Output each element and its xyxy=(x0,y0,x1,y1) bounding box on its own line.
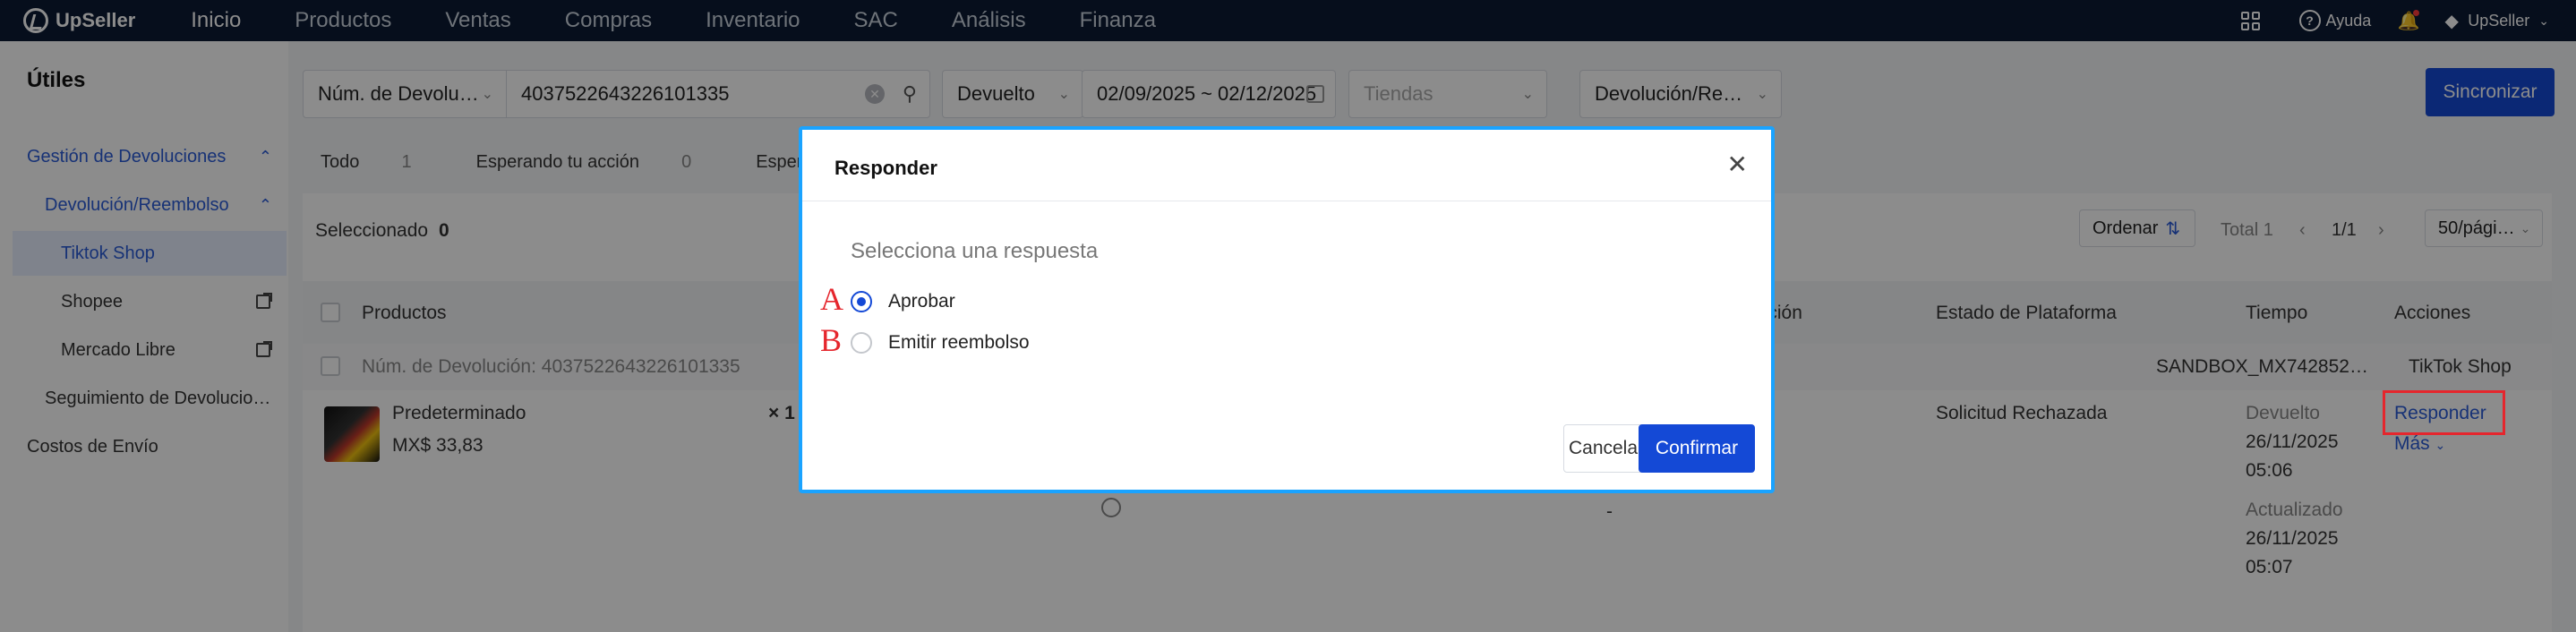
dialog-title: Responder xyxy=(834,157,937,179)
option-aprobar[interactable]: Aprobar xyxy=(851,291,955,312)
radio-aprobar[interactable] xyxy=(851,291,872,312)
annotation-highlight-box xyxy=(2383,390,2505,435)
respond-dialog: Responder ✕ Selecciona una respuesta A A… xyxy=(799,126,1775,493)
option-label: Emitir reembolso xyxy=(888,332,1030,353)
annotation-marker-b: B xyxy=(820,322,843,358)
dialog-subtitle: Selecciona una respuesta xyxy=(851,239,1099,263)
annotation-marker-a: A xyxy=(820,281,843,317)
option-label: Aprobar xyxy=(888,291,955,312)
cancel-button[interactable]: Cancelar xyxy=(1563,424,1649,473)
confirm-button[interactable]: Confirmar xyxy=(1639,424,1755,473)
close-icon[interactable]: ✕ xyxy=(1727,149,1748,179)
radio-emitir-reembolso[interactable] xyxy=(851,332,872,354)
option-emitir-reembolso[interactable]: Emitir reembolso xyxy=(851,332,1030,354)
